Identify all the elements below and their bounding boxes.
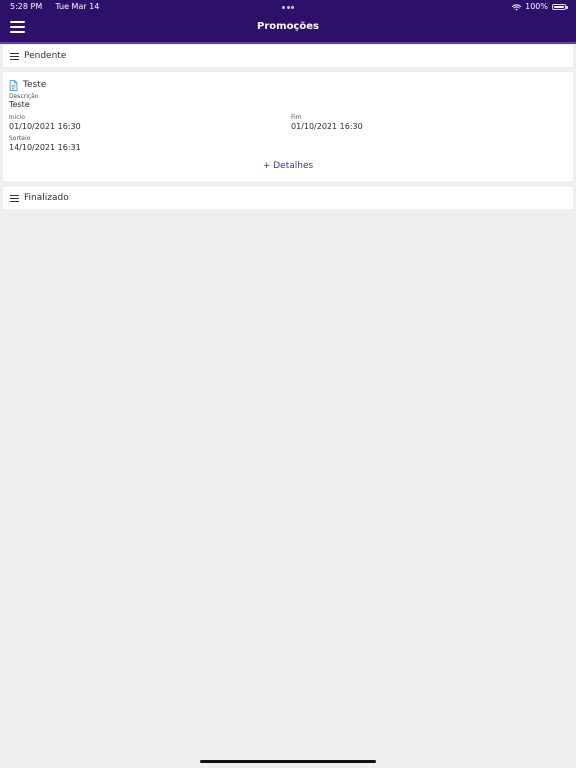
list-icon [10, 52, 19, 60]
end-label: Fim [291, 114, 302, 121]
document-icon [9, 79, 18, 91]
start-label: Início [9, 114, 25, 121]
wifi-icon [512, 4, 522, 10]
multitasking-dots-icon[interactable] [282, 5, 294, 9]
battery-icon [552, 4, 568, 10]
draw-value: 14/10/2021 16:31 [9, 143, 81, 152]
top-app-bar: 5:28 PM Tue Mar 14 100% Promoções [0, 0, 576, 42]
status-time-date: 5:28 PM Tue Mar 14 [10, 2, 99, 12]
end-value: 01/10/2021 16:30 [291, 122, 363, 131]
promotion-card: Teste Descrição Teste Início 01/10/2021 … [3, 72, 573, 181]
home-indicator[interactable] [200, 760, 376, 763]
header-accent-line [0, 42, 576, 44]
start-value: 01/10/2021 16:30 [9, 122, 81, 131]
description-value: Teste [9, 100, 30, 109]
battery-fill [554, 6, 564, 8]
description-label: Descrição [9, 93, 39, 100]
page-title: Promoções [257, 21, 319, 32]
section-pending-toggle[interactable]: Pendente [3, 45, 573, 67]
promotion-title: Teste [23, 80, 47, 90]
list-icon [10, 194, 19, 202]
section-finished-label: Finalizado [24, 193, 69, 203]
draw-label: Sorteio [9, 135, 31, 142]
battery-percentage: 100% [525, 2, 548, 11]
section-finished-toggle[interactable]: Finalizado [3, 187, 573, 209]
status-time: 5:28 PM [10, 2, 43, 11]
promotion-title-row: Teste [9, 79, 46, 91]
section-pending-label: Pendente [24, 51, 67, 61]
status-right: 100% [512, 2, 568, 12]
details-link[interactable]: + Detalhes [3, 160, 573, 172]
status-date: Tue Mar 14 [55, 2, 100, 11]
